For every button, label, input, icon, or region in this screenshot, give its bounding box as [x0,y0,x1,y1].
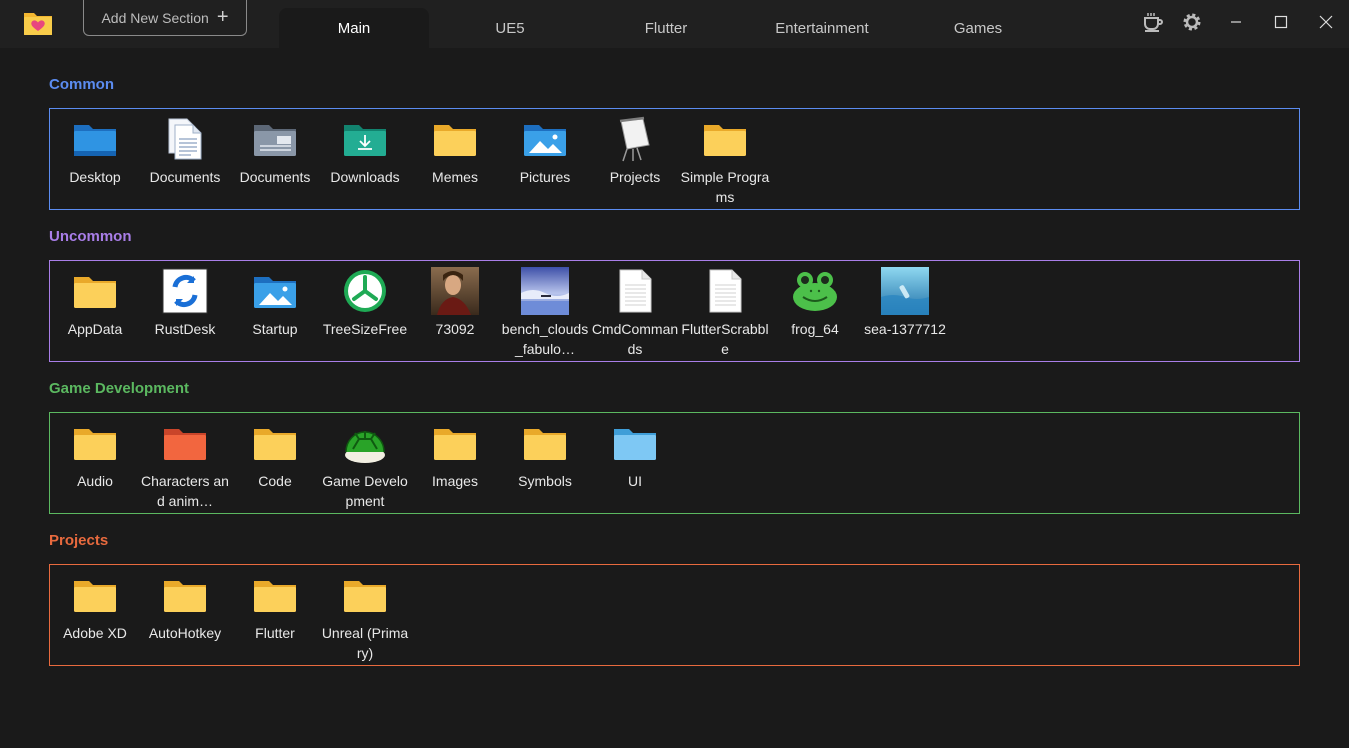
shortcut-adobe-xd[interactable]: Adobe XD [50,571,140,643]
section-title-uncommon: Uncommon [49,228,132,245]
shortcut-downloads[interactable]: Downloads [320,115,410,187]
shortcut-projects[interactable]: Projects [590,115,680,187]
blue-folder-icon [611,419,659,467]
landscape-image-icon [521,267,569,315]
pictures-folder-icon [521,115,569,163]
coffee-icon[interactable] [1141,10,1165,34]
add-new-section-button[interactable]: Add New Section + [83,0,247,36]
minimize-icon[interactable] [1224,10,1248,34]
shortcut-flutterscrabble[interactable]: FlutterScrabble [680,267,770,359]
portrait-image-icon [431,267,479,315]
folder-icon [701,115,749,163]
shortcut-images[interactable]: Images [410,419,500,491]
text-file-icon [611,267,659,315]
folder-icon [341,571,389,619]
shortcut-audio[interactable]: Audio [50,419,140,491]
shortcut-documents-file[interactable]: Documents [140,115,230,187]
sea-image-icon [881,267,929,315]
frog-icon [791,267,839,315]
tab-main[interactable]: Main [279,8,429,48]
shortcut-desktop[interactable]: Desktop [50,115,140,187]
folder-icon [161,571,209,619]
section-common: Desktop Documents Documents Downloads Me… [49,108,1300,210]
maximize-icon[interactable] [1269,10,1293,34]
tab-flutter[interactable]: Flutter [591,8,741,48]
document-pages-icon [161,115,209,163]
shortcut-treesizefree[interactable]: TreeSizeFree [320,267,410,339]
folder-icon [521,419,569,467]
folder-icon [431,115,479,163]
add-section-label: Add New Section [101,9,209,26]
folder-icon [71,419,119,467]
shortcut-73092[interactable]: 73092 [410,267,500,339]
shortcut-frog-64[interactable]: frog_64 [770,267,860,339]
pictures-folder-icon [251,267,299,315]
shortcut-appdata[interactable]: AppData [50,267,140,339]
folder-icon [251,571,299,619]
shortcut-symbols[interactable]: Symbols [500,419,590,491]
text-file-icon [701,267,749,315]
shortcut-game-development[interactable]: Game Development [320,419,410,511]
title-bar: Add New Section + Main UE5 Flutter Enter… [0,0,1349,48]
tab-entertainment[interactable]: Entertainment [747,8,897,48]
shortcut-pictures[interactable]: Pictures [500,115,590,187]
app-logo-icon [24,13,52,35]
shortcut-startup[interactable]: Startup [230,267,320,339]
section-game-development: Audio Characters and anim… Code Game Dev… [49,412,1300,514]
shortcut-characters[interactable]: Characters and anim… [140,419,230,511]
folder-icon [251,419,299,467]
section-uncommon: AppData RustDesk Startup TreeSizeFree 73… [49,260,1300,362]
shortcut-code[interactable]: Code [230,419,320,491]
folder-icon [71,571,119,619]
tab-games[interactable]: Games [903,8,1053,48]
shortcut-autohotkey[interactable]: AutoHotkey [140,571,230,643]
shortcut-flutter[interactable]: Flutter [230,571,320,643]
rustdesk-icon [161,267,209,315]
turtle-shell-icon [341,419,389,467]
shortcut-cmdcommands[interactable]: CmdCommands [590,267,680,359]
section-title-projects: Projects [49,532,109,549]
close-icon[interactable] [1314,10,1338,34]
gear-icon[interactable] [1180,10,1204,34]
shortcut-rustdesk[interactable]: RustDesk [140,267,230,339]
shortcut-simple-programs[interactable]: Simple Programs [680,115,770,207]
presentation-board-icon [611,115,659,163]
downloads-folder-icon [341,115,389,163]
section-title-game-development: Game Development [49,380,190,397]
section-projects: Adobe XD AutoHotkey Flutter Unreal (Prim… [49,564,1300,666]
red-folder-icon [161,419,209,467]
section-title-common: Common [49,76,114,93]
shortcut-sea-1377712[interactable]: sea-1377712 [860,267,950,339]
shortcut-bench-clouds[interactable]: bench_clouds_fabulo… [500,267,590,359]
folder-icon [431,419,479,467]
treesize-icon [341,267,389,315]
folder-icon [71,267,119,315]
shortcut-documents-folder[interactable]: Documents [230,115,320,187]
shortcut-ui[interactable]: UI [590,419,680,491]
shortcut-unreal-primary[interactable]: Unreal (Primary) [320,571,410,663]
tab-ue5[interactable]: UE5 [435,8,585,48]
documents-folder-icon [251,115,299,163]
desktop-folder-icon [71,115,119,163]
plus-icon: + [216,5,229,28]
shortcut-memes[interactable]: Memes [410,115,500,187]
